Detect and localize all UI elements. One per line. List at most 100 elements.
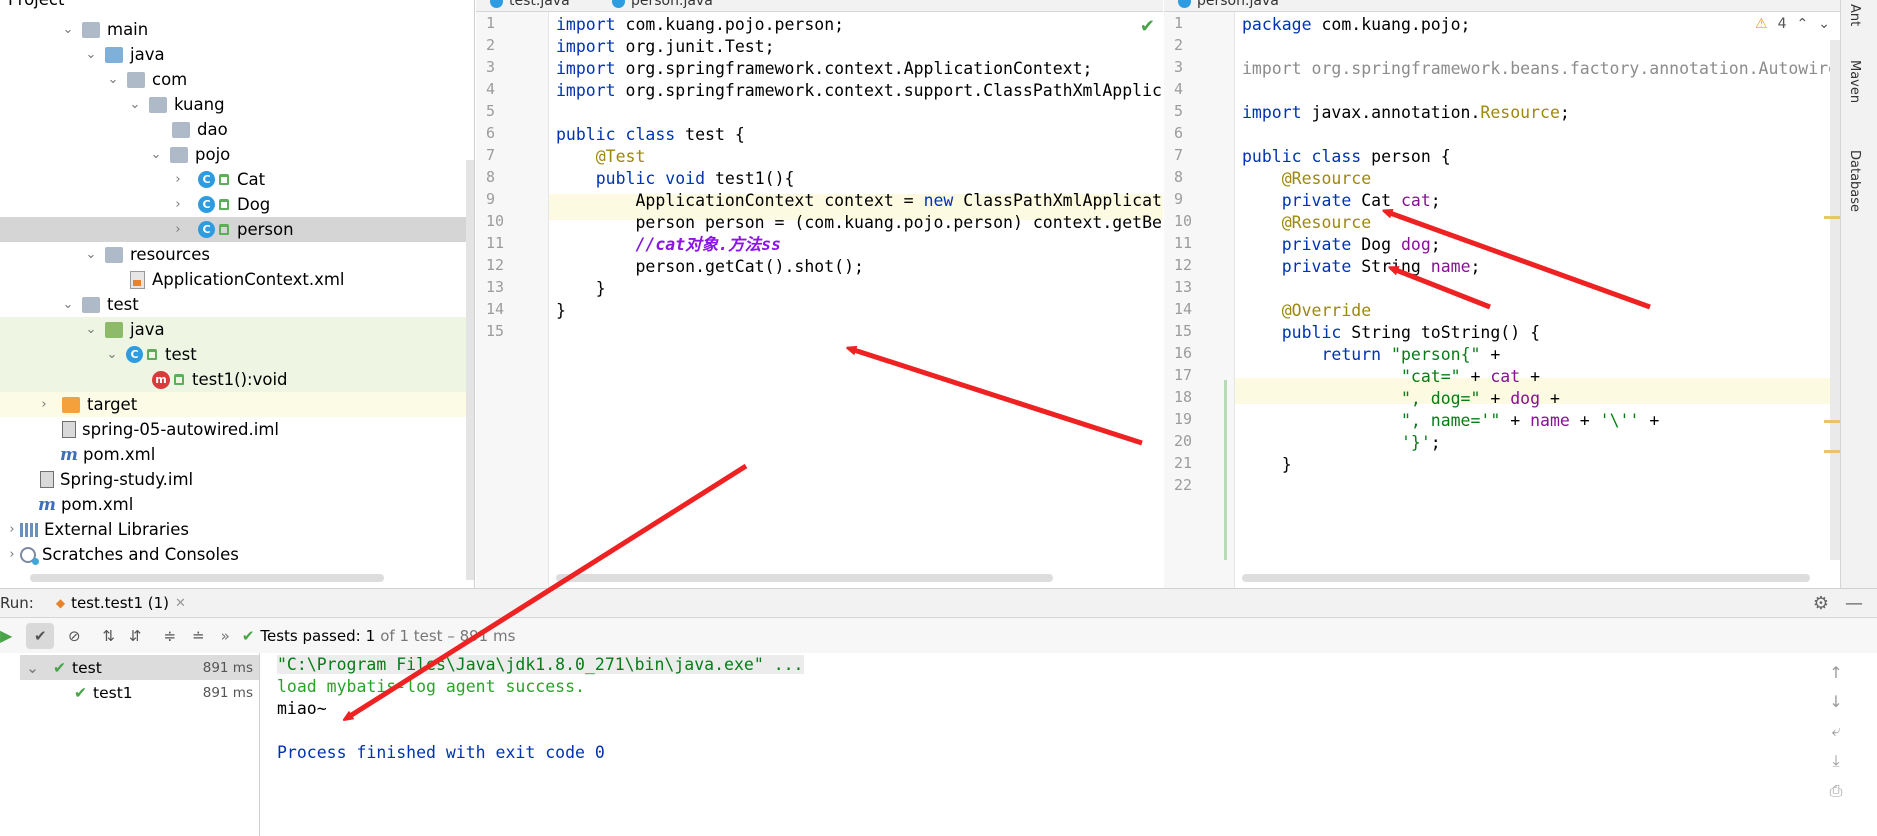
tree-item-pojo[interactable]: ⌄ pojo: [0, 142, 474, 167]
chevron-down-icon[interactable]: ⌄: [148, 147, 164, 163]
expand-all-icon[interactable]: ≑: [163, 627, 176, 645]
chevron-down-icon[interactable]: ⌄: [105, 72, 121, 88]
arrow-up-icon[interactable]: ↑: [1829, 663, 1842, 682]
database-tool-button[interactable]: Database: [1847, 150, 1862, 212]
source-folder-icon: [105, 46, 123, 63]
tree-item-com[interactable]: ⌄ com: [0, 67, 474, 92]
editor-horizontal-scrollbar[interactable]: [556, 574, 1053, 582]
show-ignored-icon[interactable]: ⊘: [60, 623, 88, 649]
chevron-right-icon[interactable]: ›: [4, 522, 20, 538]
chevron-down-icon[interactable]: ⌄: [104, 347, 120, 363]
tree-item-dao[interactable]: dao: [0, 117, 474, 142]
editor-person-java[interactable]: person.java 1 2 3 4 5 6 7 8 9 10 11 12 13 14 15 16 17 18 1…: [1164, 0, 1840, 588]
tree-item-external-libraries[interactable]: › External Libraries: [0, 517, 474, 542]
inspection-widget[interactable]: ⚠ 4 ⌃ ⌄: [1755, 16, 1830, 32]
folder-icon: [82, 296, 100, 313]
chevron-down-icon[interactable]: ⌄: [83, 47, 99, 63]
maven-tool-button[interactable]: Maven: [1847, 60, 1862, 103]
rerun-icon[interactable]: ▶: [0, 626, 12, 645]
method-icon: m: [152, 370, 170, 389]
minimize-icon[interactable]: —: [1845, 593, 1863, 614]
gear-icon[interactable]: ⚙: [1813, 593, 1829, 614]
chevron-down-icon[interactable]: ⌄: [83, 322, 99, 338]
ant-tool-button[interactable]: Ant: [1847, 4, 1862, 26]
package-icon: [170, 146, 188, 163]
soft-wrap-icon[interactable]: ⤶: [1832, 721, 1841, 741]
tree-item-cat[interactable]: › C Cat: [0, 167, 474, 192]
chevron-down-icon[interactable]: ⌄: [60, 297, 76, 313]
class-icon: C: [198, 221, 215, 238]
tab-person-java[interactable]: person.java: [612, 0, 713, 9]
code-area[interactable]: package com.kuang.pojo; import org.spring…: [1242, 12, 1840, 588]
editor-horizontal-scrollbar[interactable]: [1242, 574, 1810, 582]
tree-item-module-iml[interactable]: spring-05-autowired.iml: [0, 417, 474, 442]
project-header[interactable]: Project: [0, 0, 474, 12]
tab-test-java[interactable]: test.java: [490, 0, 570, 9]
chevron-down-icon[interactable]: ⌄: [1818, 16, 1830, 32]
tree-item-test-java[interactable]: ⌄ java: [0, 317, 474, 342]
editor-test-java[interactable]: test.java person.java 1 2 3 4 5 6 7 8 9 10 11 12 13 1…: [476, 0, 1163, 588]
print-icon[interactable]: ⎙: [1830, 781, 1843, 801]
test-result-row[interactable]: ✔ test1 891 ms: [20, 680, 259, 705]
chevron-right-icon[interactable]: ›: [4, 547, 20, 563]
close-icon[interactable]: ✕: [175, 596, 186, 611]
chevron-right-icon[interactable]: ›: [170, 197, 186, 213]
tree-item-label: com: [152, 70, 188, 89]
tree-scrollbar[interactable]: [30, 574, 384, 582]
passed-icon: ✔: [74, 683, 87, 702]
chevron-up-icon[interactable]: ⌃: [1797, 16, 1809, 32]
tests-status-rest: of 1 test – 891 ms: [380, 626, 516, 645]
tree-item-kuang[interactable]: ⌄ kuang: [0, 92, 474, 117]
scroll-to-end-icon[interactable]: ⤓: [1832, 751, 1839, 771]
project-header-label: Project: [8, 0, 64, 9]
tree-item-test1-method[interactable]: m test1():void: [0, 367, 474, 392]
warning-stripe[interactable]: [1824, 450, 1840, 453]
code-area[interactable]: import com.kuang.pojo.person; import org.…: [556, 12, 1163, 588]
tree-item-label: pom.xml: [83, 445, 156, 464]
chevron-down-icon[interactable]: ⌄: [83, 247, 99, 263]
run-tab[interactable]: ◆ test.test1 (1) ✕: [56, 594, 186, 612]
tree-item-java[interactable]: ⌄ java: [0, 42, 474, 67]
console-line-agent: load mybatis-log agent success.: [277, 677, 585, 696]
code-line: private String name;: [1281, 257, 1481, 276]
tree-item-test-folder[interactable]: ⌄ test: [0, 292, 474, 317]
package-icon: [127, 71, 145, 88]
sort-duration-icon[interactable]: ⇵: [129, 627, 142, 645]
more-icon[interactable]: »: [221, 627, 230, 645]
chevron-right-icon[interactable]: ›: [36, 397, 52, 413]
tree-item-applicationcontext[interactable]: ApplicationContext.xml: [0, 267, 474, 292]
class-icon: C: [126, 346, 143, 363]
maven-icon: m: [60, 444, 78, 465]
tab-label: test.java: [509, 0, 570, 9]
chevron-down-icon[interactable]: ⌄: [127, 97, 143, 113]
chevron-down-icon[interactable]: ⌄: [60, 22, 76, 38]
console-output[interactable]: "C:\Program Files\Java\jdk1.8.0_271\bin\…: [261, 653, 1877, 836]
tree-item-main[interactable]: ⌄ main: [0, 17, 474, 42]
tree-vertical-scrollbar[interactable]: [466, 160, 474, 580]
editor-vertical-scrollbar[interactable]: [1830, 40, 1840, 560]
chevron-down-icon[interactable]: ⌄: [26, 659, 39, 677]
tree-item-target[interactable]: › target: [0, 392, 474, 417]
tab-person-java-right[interactable]: person.java: [1178, 0, 1279, 9]
sort-alpha-icon[interactable]: ⇅: [102, 627, 115, 645]
tree-item-test-class[interactable]: ⌄ Ctest: [0, 342, 474, 367]
tree-item-project-pom[interactable]: m pom.xml: [0, 492, 474, 517]
check-icon: ✔: [241, 626, 255, 645]
test-time: 891 ms: [202, 684, 253, 701]
warning-stripe[interactable]: [1824, 420, 1840, 423]
tree-item-resources[interactable]: ⌄ resources: [0, 242, 474, 267]
tree-item-dog[interactable]: › C Dog: [0, 192, 474, 217]
test-result-row[interactable]: ⌄ ✔ test 891 ms: [20, 655, 259, 680]
tree-item-project-iml[interactable]: Spring-study.iml: [0, 467, 474, 492]
warning-stripe[interactable]: [1824, 216, 1840, 219]
chevron-right-icon[interactable]: ›: [170, 222, 186, 238]
tree-item-scratches[interactable]: › Scratches and Consoles: [0, 542, 474, 567]
tree-item-module-pom[interactable]: m pom.xml: [0, 442, 474, 467]
arrow-down-icon[interactable]: ↓: [1829, 692, 1842, 711]
show-passed-icon[interactable]: ✔: [26, 622, 55, 649]
collapse-all-icon[interactable]: ≐: [192, 627, 205, 645]
passed-icon: ✔: [53, 658, 66, 677]
tree-item-label: java: [130, 320, 165, 339]
tree-item-person[interactable]: › Cperson: [0, 217, 474, 242]
chevron-right-icon[interactable]: ›: [170, 172, 186, 188]
